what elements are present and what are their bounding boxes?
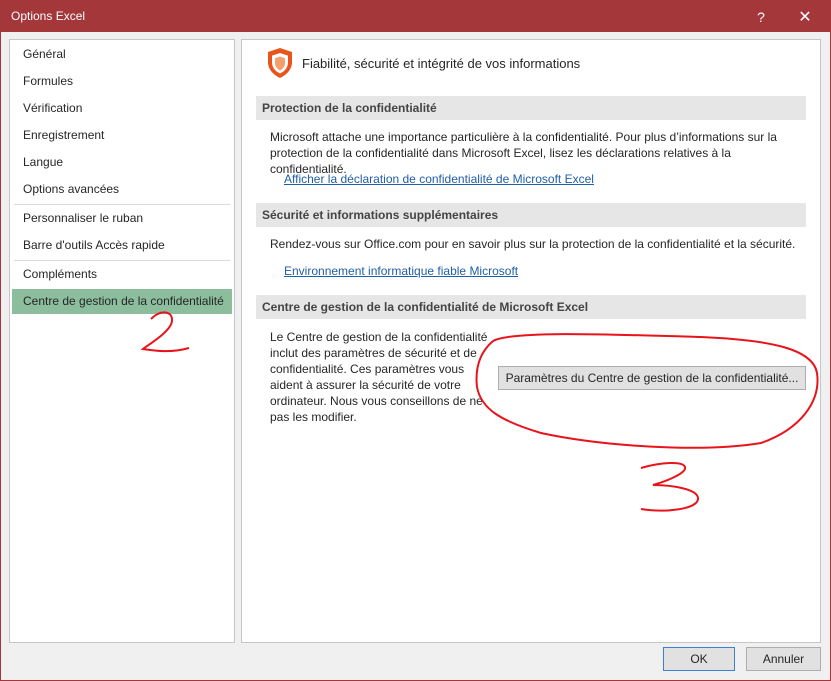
trust-center-text: Le Centre de gestion de la confidentiali… [270,330,488,424]
options-nav: Général Formules Vérification Enregistre… [9,39,235,643]
trust-center-settings-button[interactable]: Paramètres du Centre de gestion de la co… [498,366,806,390]
options-dialog: Options Excel ? ✕ Général Formules Vérif… [0,0,831,681]
privacy-heading: Protection de la confidentialité [256,96,806,120]
nav-item-customize-ribbon[interactable]: Personnaliser le ruban [12,206,232,231]
panel-header: Fiabilité, sécurité et intégrité de vos … [266,47,580,79]
nav-item-language[interactable]: Langue [12,150,232,175]
nav-item-trust-center[interactable]: Centre de gestion de la confidentialité [12,289,232,314]
security-text: Rendez-vous sur Office.com pour en savoi… [270,237,796,251]
nav-item-addins[interactable]: Compléments [12,262,232,287]
window-title: Options Excel [11,9,86,23]
cancel-button[interactable]: Annuler [746,647,821,671]
page-title: Fiabilité, sécurité et intégrité de vos … [302,55,581,71]
privacy-statement-link[interactable]: Afficher la déclaration de confidentiali… [284,172,594,186]
nav-item-advanced[interactable]: Options avancées [12,177,232,202]
nav-item-quick-access-toolbar[interactable]: Barre d'outils Accès rapide [12,233,232,258]
nav-item-general[interactable]: Général [12,42,232,67]
nav-item-proofing[interactable]: Vérification [12,96,232,121]
nav-divider [14,204,230,205]
privacy-text: Microsoft attache une importance particu… [270,130,777,176]
trust-center-heading: Centre de gestion de la confidentialité … [256,295,806,319]
nav-item-save[interactable]: Enregistrement [12,123,232,148]
security-heading: Sécurité et informations supplémentaires [256,203,806,227]
nav-divider [14,260,230,261]
shield-icon [268,48,292,78]
title-bar: Options Excel ? ✕ [1,1,830,32]
close-button[interactable]: ✕ [785,1,825,32]
nav-item-formulas[interactable]: Formules [12,69,232,94]
ok-button[interactable]: OK [663,647,735,671]
trustworthy-computing-link[interactable]: Environnement informatique fiable Micros… [284,264,518,278]
trust-center-panel: Fiabilité, sécurité et intégrité de vos … [241,39,821,643]
help-button[interactable]: ? [741,1,781,32]
